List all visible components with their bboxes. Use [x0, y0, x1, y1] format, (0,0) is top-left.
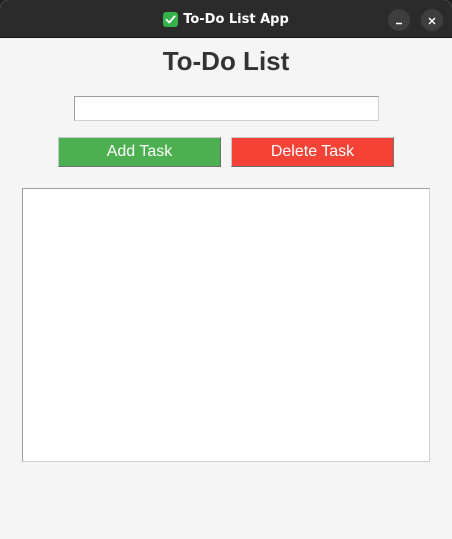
minimize-icon — [394, 11, 404, 30]
check-mark-icon — [163, 11, 179, 27]
add-task-button[interactable]: Add Task — [58, 137, 221, 167]
close-button[interactable] — [421, 9, 443, 31]
app-window: To-Do List App To-Do List Add Task Delet… — [0, 0, 452, 539]
page-title: To-Do List — [162, 46, 290, 76]
minimize-button[interactable] — [388, 9, 410, 31]
window-title-text: To-Do List App — [183, 11, 289, 27]
title-bar[interactable]: To-Do List App — [0, 0, 452, 38]
task-list[interactable] — [22, 188, 430, 462]
window-title: To-Do List App — [0, 0, 452, 38]
task-input[interactable] — [74, 96, 379, 121]
delete-task-button[interactable]: Delete Task — [231, 137, 394, 167]
close-icon — [427, 11, 437, 30]
